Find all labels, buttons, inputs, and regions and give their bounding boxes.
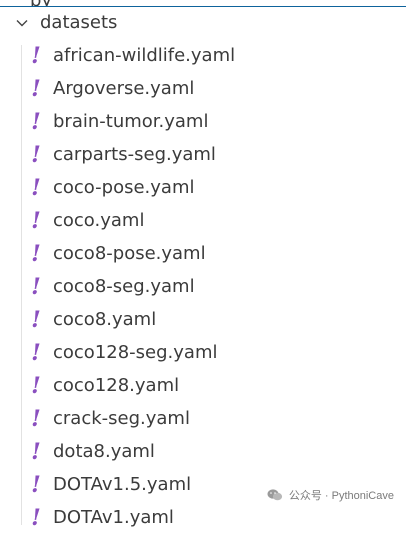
- file-item[interactable]: ! african-wildlife.yaml: [0, 39, 406, 72]
- file-item[interactable]: ! coco8.yaml: [0, 303, 406, 336]
- file-label: carparts-seg.yaml: [53, 144, 216, 165]
- file-label: DOTAv1.5.yaml: [53, 474, 192, 495]
- file-label: coco.yaml: [53, 210, 145, 231]
- yaml-icon: !: [31, 174, 41, 201]
- file-item[interactable]: ! coco.yaml: [0, 204, 406, 237]
- yaml-icon: !: [31, 339, 41, 366]
- file-label: Argoverse.yaml: [53, 78, 195, 99]
- yaml-icon: !: [31, 438, 41, 465]
- yaml-icon: !: [31, 240, 41, 267]
- file-item[interactable]: ! brain-tumor.yaml: [0, 105, 406, 138]
- yaml-icon: !: [31, 42, 41, 69]
- file-item[interactable]: ! coco-pose.yaml: [0, 171, 406, 204]
- chevron-down-icon[interactable]: [14, 15, 30, 31]
- file-explorer-tree: datasets ! african-wildlife.yaml! Argovers…: [0, 6, 406, 534]
- file-label: coco128-seg.yaml: [53, 342, 218, 363]
- yaml-icon: !: [31, 108, 41, 135]
- file-label: coco128.yaml: [53, 375, 180, 396]
- yaml-icon: !: [31, 207, 41, 234]
- file-item[interactable]: ! DOTAv1.yaml: [0, 501, 406, 534]
- file-item[interactable]: ! coco128.yaml: [0, 369, 406, 402]
- yaml-icon: !: [31, 141, 41, 168]
- wechat-icon: [267, 488, 283, 502]
- file-label: crack-seg.yaml: [53, 408, 190, 429]
- file-label: coco8-pose.yaml: [53, 243, 206, 264]
- yaml-icon: !: [31, 405, 41, 432]
- file-label: coco8-seg.yaml: [53, 276, 195, 297]
- file-item[interactable]: ! carparts-seg.yaml: [0, 138, 406, 171]
- yaml-icon: !: [31, 372, 41, 399]
- watermark: 公众号 · PythoniCave: [267, 487, 394, 503]
- file-label: brain-tumor.yaml: [53, 111, 209, 132]
- yaml-icon: !: [31, 273, 41, 300]
- folder-label: datasets: [40, 12, 118, 33]
- file-item[interactable]: ! coco8-seg.yaml: [0, 270, 406, 303]
- file-item[interactable]: ! crack-seg.yaml: [0, 402, 406, 435]
- file-item[interactable]: ! Argoverse.yaml: [0, 72, 406, 105]
- yaml-icon: !: [31, 471, 41, 498]
- folder-datasets[interactable]: datasets: [0, 6, 406, 39]
- file-label: DOTAv1.yaml: [53, 507, 174, 528]
- file-label: dota8.yaml: [53, 441, 155, 462]
- file-label: coco8.yaml: [53, 309, 157, 330]
- yaml-icon: !: [31, 504, 41, 531]
- file-label: coco-pose.yaml: [53, 177, 195, 198]
- file-item[interactable]: ! coco128-seg.yaml: [0, 336, 406, 369]
- file-list: ! african-wildlife.yaml! Argoverse.yaml! br…: [0, 39, 406, 534]
- file-item[interactable]: ! dota8.yaml: [0, 435, 406, 468]
- yaml-icon: !: [31, 75, 41, 102]
- file-label: african-wildlife.yaml: [53, 45, 236, 66]
- file-item[interactable]: ! coco8-pose.yaml: [0, 237, 406, 270]
- watermark-text: 公众号 · PythoniCave: [288, 490, 394, 502]
- yaml-icon: !: [31, 306, 41, 333]
